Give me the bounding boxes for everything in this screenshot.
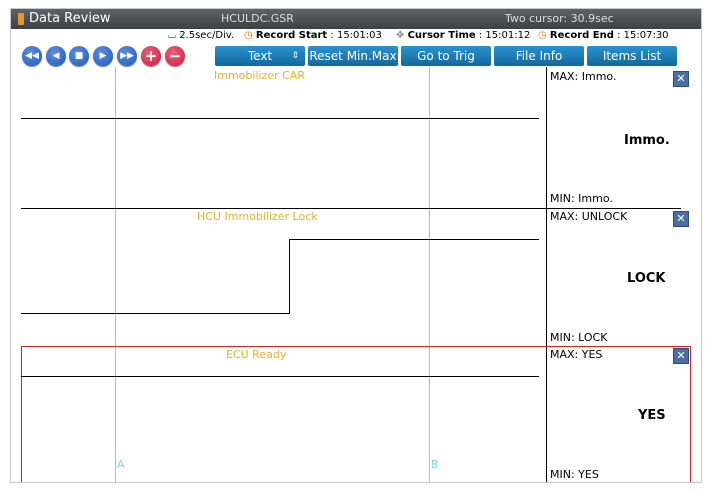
cursor-time: ✥ Cursor Time : 15:01:12 [396,30,531,41]
zoom-in-button[interactable]: + [141,46,161,66]
rewind-button[interactable]: ◀◀ [22,46,42,66]
record-info-bar: ⌴ 2.5sec/Div. ◷ Record Start : 15:01:03 … [11,30,701,44]
panel-title: Immobilizer CAR [214,69,305,82]
minus-icon: − [168,47,182,65]
file-name: HCULDC.GSR [221,12,294,25]
cursor-b-label: B [431,458,439,471]
items-list-button[interactable]: Items List [587,46,677,66]
previous-icon: ◀ [52,51,60,61]
signal-trace-high [289,239,539,240]
time-div-icon: ⌴ [168,30,176,41]
zoom-out-button[interactable]: − [165,46,185,66]
app-title: Data Review [29,11,111,26]
title-bar: Data Review HCULDC.GSR Two cursor: 30.9s… [11,9,701,29]
max-value: MAX: Immo. [550,70,617,83]
min-value: MIN: LOCK [550,331,608,344]
text-select[interactable]: Text ⇕ [215,46,305,66]
record-start: ◷ Record Start : 15:01:03 [244,30,382,41]
file-info-button[interactable]: File Info [494,46,584,66]
min-value: MIN: YES [550,468,599,481]
next-button[interactable]: ▶ [93,46,113,66]
previous-button[interactable]: ◀ [46,46,66,66]
go-to-trig-button[interactable]: Go to Trig [401,46,491,66]
fast-forward-icon: ▶▶ [120,51,134,61]
close-panel-button[interactable]: ✕ [673,348,689,364]
panel-title: HCU Immobilizer Lock [197,210,318,223]
div-scale: ⌴ 2.5sec/Div. [168,30,235,41]
rewind-icon: ◀◀ [25,51,39,61]
app-logo-icon [18,13,24,25]
clock-icon: ◷ [244,30,253,41]
signal-trace-edge [289,239,290,314]
plus-icon: + [144,47,158,65]
crosshair-icon: ✥ [396,30,405,41]
cursor-summary: Two cursor: 30.9sec [505,12,614,25]
close-panel-button[interactable]: ✕ [673,71,689,87]
toolbar: ◀◀ ◀ ■ ▶ ▶▶ + − Text ⇕ Reset Min.Max Go … [11,45,701,67]
next-icon: ▶ [99,51,107,61]
current-value: Immo. [624,133,670,148]
clock-end-icon: ◷ [538,30,547,41]
panel-separator [21,208,681,209]
current-value: YES [638,408,666,423]
fast-forward-button[interactable]: ▶▶ [117,46,137,66]
close-icon: ✕ [676,349,686,362]
data-review-window: Data Review HCULDC.GSR Two cursor: 30.9s… [10,8,702,483]
cursor-a-label: A [117,458,125,471]
min-value: MIN: Immo. [550,192,613,205]
plot-area[interactable]: Immobilizer CAR MAX: Immo. Immo. MIN: Im… [21,67,701,482]
max-value: MAX: UNLOCK [550,210,628,223]
panel-title: ECU Ready [226,348,287,361]
reset-min-max-button[interactable]: Reset Min.Max [308,46,398,66]
max-value: MAX: YES [550,348,603,361]
updown-icon: ⇕ [291,51,299,61]
signal-trace [21,376,539,377]
record-end: ◷ Record End : 15:07:30 [538,30,669,41]
signal-trace-low [21,313,289,314]
current-value: LOCK [627,271,666,286]
stop-icon: ■ [74,51,84,61]
close-panel-button[interactable]: ✕ [673,211,689,227]
close-icon: ✕ [676,212,686,225]
signal-trace [21,118,539,119]
close-icon: ✕ [676,72,686,85]
stop-button[interactable]: ■ [69,46,89,66]
